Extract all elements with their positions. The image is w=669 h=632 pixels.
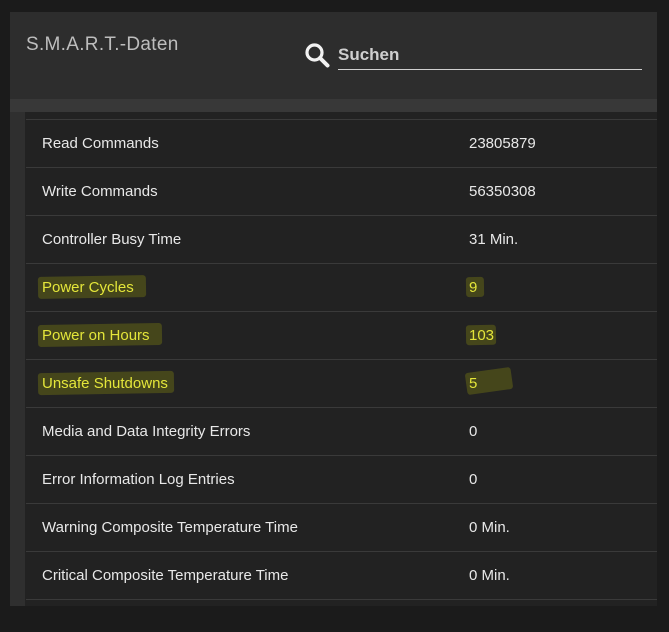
- search-box: [304, 40, 644, 72]
- attribute-value: 0 Min.: [469, 567, 510, 584]
- table-row: Media and Data Integrity Errors 0: [26, 408, 657, 456]
- table-row: Controller Busy Time 31 Min.: [26, 216, 657, 264]
- table-row: Read Commands 23805879: [26, 120, 657, 168]
- smart-table-scroll-area[interactable]: Read Commands 23805879 Write Commands 56…: [10, 112, 657, 606]
- header-divider: [10, 99, 657, 112]
- attribute-label: Critical Composite Temperature Time: [42, 567, 289, 584]
- attribute-value: 9: [469, 279, 478, 296]
- table-row-highlighted: Unsafe Shutdowns 5: [26, 360, 657, 408]
- attribute-label: Media and Data Integrity Errors: [42, 423, 251, 440]
- attribute-label: Power on Hours: [42, 327, 150, 344]
- table-row: Error Information Log Entries 0: [26, 456, 657, 504]
- table-row: Critical Composite Temperature Time 0 Mi…: [26, 552, 657, 600]
- attribute-value: 5: [469, 375, 478, 392]
- smart-attribute-table: Read Commands 23805879 Write Commands 56…: [26, 119, 657, 600]
- table-row-highlighted: Power Cycles 9: [26, 264, 657, 312]
- attribute-value: 23805879: [469, 135, 536, 152]
- table-row: Write Commands 56350308: [26, 168, 657, 216]
- attribute-value: 103: [469, 327, 495, 344]
- attribute-label: Write Commands: [42, 183, 158, 200]
- attribute-label: Controller Busy Time: [42, 231, 182, 248]
- attribute-label: Error Information Log Entries: [42, 471, 235, 488]
- page-title: S.M.A.R.T.-Daten: [26, 34, 179, 55]
- attribute-label: Warning Composite Temperature Time: [42, 519, 298, 536]
- search-icon[interactable]: [304, 42, 330, 68]
- left-rail: [10, 112, 25, 606]
- attribute-value: 56350308: [469, 183, 536, 200]
- panel-header: S.M.A.R.T.-Daten: [10, 12, 657, 99]
- attribute-value: 0: [469, 471, 478, 488]
- table-row: Warning Composite Temperature Time 0 Min…: [26, 504, 657, 552]
- attribute-value: 0: [469, 423, 478, 440]
- attribute-value: 31 Min.: [469, 231, 519, 248]
- search-input[interactable]: [338, 40, 642, 70]
- table-row-highlighted: Power on Hours 103: [26, 312, 657, 360]
- attribute-value: 0 Min.: [469, 519, 510, 536]
- attribute-label: Power Cycles: [42, 279, 134, 296]
- attribute-label: Read Commands: [42, 135, 159, 152]
- smart-data-panel: S.M.A.R.T.-Daten Read Commands 23805879 …: [10, 12, 657, 606]
- attribute-label: Unsafe Shutdowns: [42, 375, 168, 392]
